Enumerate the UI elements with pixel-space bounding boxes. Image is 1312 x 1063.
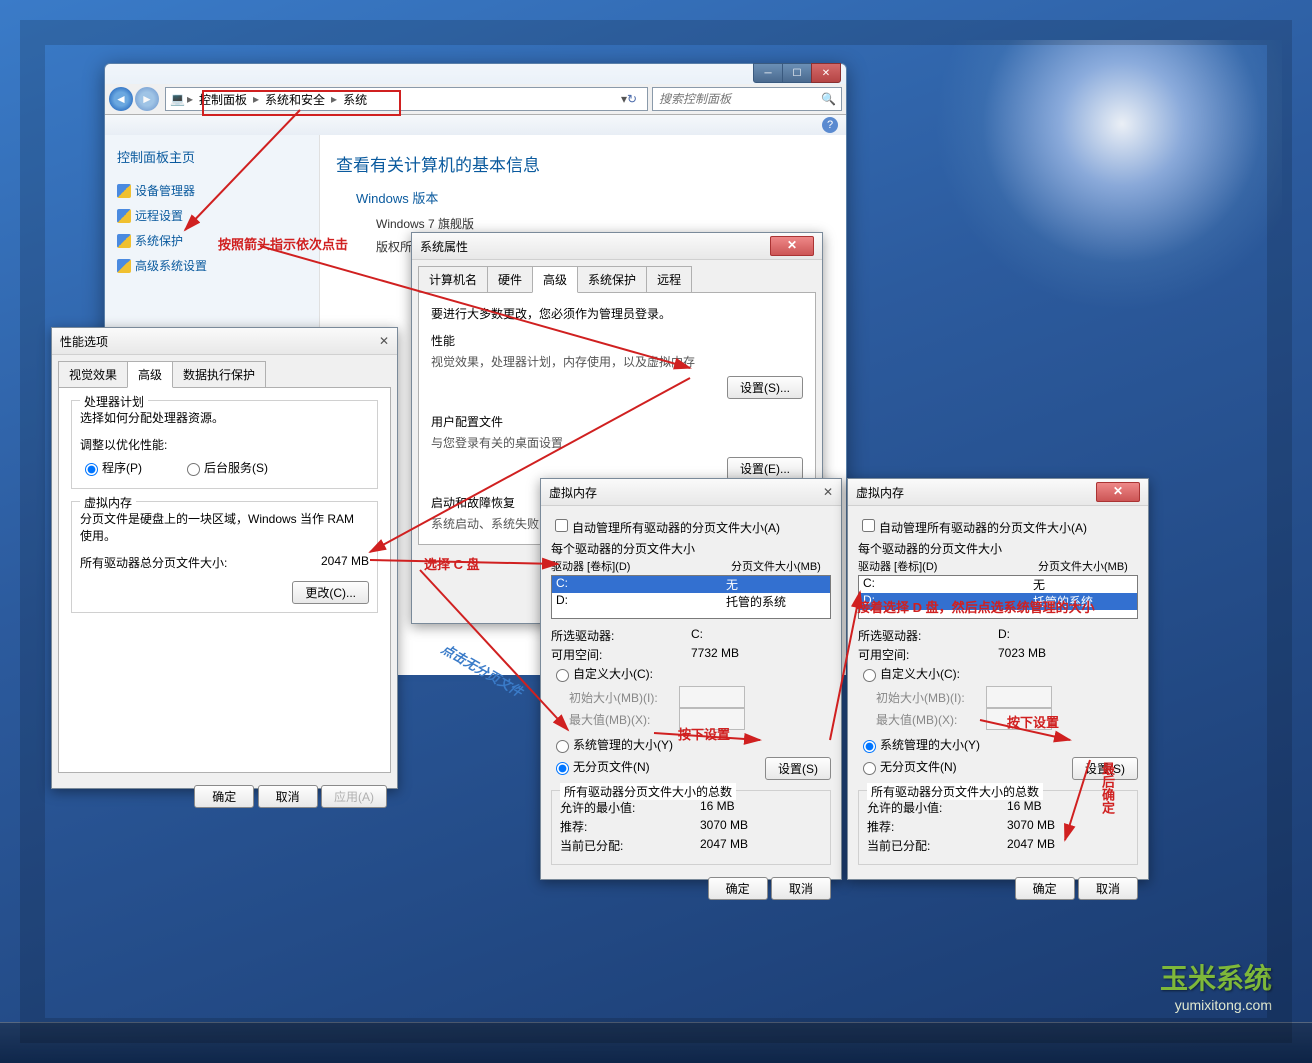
tab-computer-name[interactable]: 计算机名 <box>418 266 488 293</box>
dialog-title: 虚拟内存✕ <box>848 479 1148 506</box>
set-button[interactable]: 设置(S) <box>765 757 831 780</box>
shield-icon <box>117 259 131 273</box>
set-button[interactable]: 设置(S) <box>1072 757 1138 780</box>
automgmt-checkbox[interactable]: 自动管理所有驱动器的分页文件大小(A) <box>858 521 1087 535</box>
tab-dep[interactable]: 数据执行保护 <box>172 361 266 388</box>
max-size-input <box>679 708 745 730</box>
breadcrumb-system[interactable]: 系统 <box>339 91 371 108</box>
close-icon[interactable]: ✕ <box>1096 482 1140 502</box>
maximize-button[interactable]: ☐ <box>782 63 812 83</box>
drive-row-c[interactable]: C:无 <box>552 576 830 593</box>
address-bar[interactable]: 💻 ▸ 控制面板 ▸ 系统和安全 ▸ 系统 ▾ ↻ <box>165 87 648 111</box>
drive-row-d[interactable]: D:托管的系统 <box>552 593 830 610</box>
sidebar-sysprotect[interactable]: 系统保护 <box>117 228 307 253</box>
perf-settings-button[interactable]: 设置(S)... <box>727 376 803 399</box>
close-icon[interactable]: ✕ <box>823 485 833 499</box>
taskbar[interactable] <box>0 1022 1312 1063</box>
tab-advanced[interactable]: 高级 <box>532 266 578 293</box>
init-size-input <box>986 686 1052 708</box>
virtual-memory-dialog-2: 虚拟内存✕ 自动管理所有驱动器的分页文件大小(A) 每个驱动器的分页文件大小 驱… <box>847 478 1149 880</box>
virtual-memory-dialog-1: 虚拟内存✕ 自动管理所有驱动器的分页文件大小(A) 每个驱动器的分页文件大小 驱… <box>540 478 842 880</box>
tab-advanced[interactable]: 高级 <box>127 361 173 388</box>
radio-nopage[interactable]: 无分页文件(N) <box>858 758 1072 775</box>
tab-visual[interactable]: 视觉效果 <box>58 361 128 388</box>
sidebar-advanced[interactable]: 高级系统设置 <box>117 253 307 278</box>
titlebar: ─ ☐ ✕ <box>105 64 846 84</box>
radio-custom[interactable]: 自定义大小(C): <box>551 665 831 682</box>
close-icon[interactable]: ✕ <box>379 334 389 348</box>
nav-bar: ◄ ► 💻 ▸ 控制面板 ▸ 系统和安全 ▸ 系统 ▾ ↻ 🔍 <box>105 84 846 115</box>
ok-button[interactable]: 确定 <box>1015 877 1075 900</box>
radio-custom[interactable]: 自定义大小(C): <box>858 665 1138 682</box>
change-button[interactable]: 更改(C)... <box>292 581 369 604</box>
winver-title: Windows 版本 <box>336 188 830 207</box>
automgmt-checkbox[interactable]: 自动管理所有驱动器的分页文件大小(A) <box>551 521 780 535</box>
tab-hardware[interactable]: 硬件 <box>487 266 533 293</box>
admin-text: 要进行大多数更改，您必须作为管理员登录。 <box>431 305 803 322</box>
ok-button[interactable]: 确定 <box>194 785 254 808</box>
radio-sysmanaged[interactable]: 系统管理的大小(Y) <box>551 736 831 753</box>
breadcrumb-cp[interactable]: 控制面板 <box>195 91 251 108</box>
init-size-input <box>679 686 745 708</box>
dialog-title: 虚拟内存✕ <box>541 479 841 506</box>
help-icon[interactable]: ? <box>822 117 838 133</box>
back-button[interactable]: ◄ <box>109 87 133 111</box>
dialog-title: 系统属性✕ <box>412 233 822 260</box>
search-input[interactable] <box>657 91 821 107</box>
dialog-title: 性能选项✕ <box>52 328 397 355</box>
drive-row-c[interactable]: C:无 <box>859 576 1137 593</box>
drive-list[interactable]: C:无 D:托管的系统 <box>551 575 831 619</box>
page-title: 查看有关计算机的基本信息 <box>336 151 830 176</box>
userprof-settings-button[interactable]: 设置(E)... <box>727 457 803 480</box>
sidebar-devmgr[interactable]: 设备管理器 <box>117 178 307 203</box>
winver-text: Windows 7 旗舰版 <box>336 215 830 232</box>
max-size-input <box>986 708 1052 730</box>
radio-bgservice[interactable]: 后台服务(S) <box>182 459 268 476</box>
cancel-button[interactable]: 取消 <box>771 877 831 900</box>
breadcrumb-syssec[interactable]: 系统和安全 <box>261 91 329 108</box>
sidebar-remote[interactable]: 远程设置 <box>117 203 307 228</box>
minimize-button[interactable]: ─ <box>753 63 783 83</box>
radio-sysmanaged[interactable]: 系统管理的大小(Y) <box>858 736 1138 753</box>
close-button[interactable]: ✕ <box>811 63 841 83</box>
drive-list[interactable]: C:无 D:托管的系统 <box>858 575 1138 619</box>
shield-icon <box>117 234 131 248</box>
tab-remote[interactable]: 远程 <box>646 266 692 293</box>
ok-button[interactable]: 确定 <box>708 877 768 900</box>
sidebar-title: 控制面板主页 <box>117 147 307 166</box>
drive-row-d[interactable]: D:托管的系统 <box>859 593 1137 610</box>
performance-options-dialog: 性能选项✕ 视觉效果 高级 数据执行保护 处理器计划 选择如何分配处理器资源。 … <box>51 327 398 789</box>
tab-protect[interactable]: 系统保护 <box>577 266 647 293</box>
refresh-icon[interactable]: ↻ <box>627 92 643 106</box>
cancel-button[interactable]: 取消 <box>1078 877 1138 900</box>
cancel-button[interactable]: 取消 <box>258 785 318 808</box>
shield-icon <box>117 184 131 198</box>
apply-button[interactable]: 应用(A) <box>321 785 387 808</box>
radio-programs[interactable]: 程序(P) <box>80 459 142 476</box>
search-bar[interactable]: 🔍 <box>652 87 842 111</box>
shield-icon <box>117 209 131 223</box>
forward-button[interactable]: ► <box>135 87 159 111</box>
watermark: 玉米系统 yumixitong.com <box>1160 957 1272 1013</box>
close-icon[interactable]: ✕ <box>770 236 814 256</box>
radio-nopage[interactable]: 无分页文件(N) <box>551 758 765 775</box>
search-icon[interactable]: 🔍 <box>821 92 837 106</box>
